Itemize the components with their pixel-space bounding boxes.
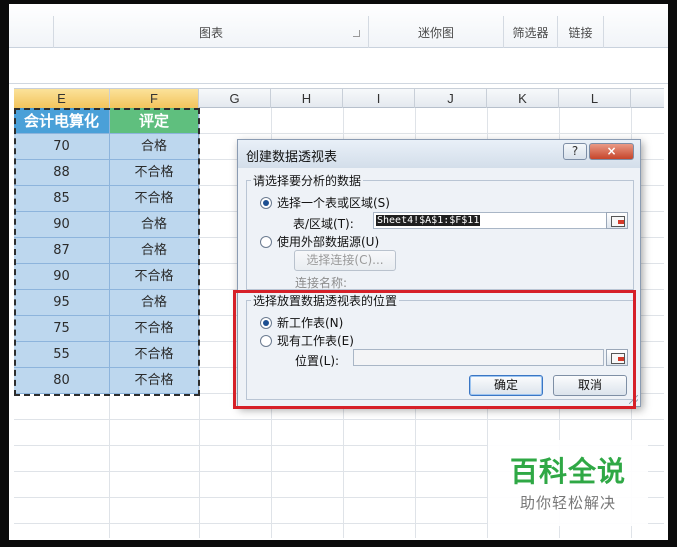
dialog-titlebar[interactable]: 创建数据透视表 ? × [238,140,640,168]
table-cell[interactable]: 合格 [110,290,199,316]
close-button[interactable]: × [589,143,634,160]
watermark-subtitle: 助你轻松解决 [519,494,616,512]
connection-name-label: 连接名称: [295,276,348,290]
ribbon-group-label: 筛选器 [512,26,549,40]
ribbon-group-label: 图表 [198,26,223,40]
help-button[interactable]: ? [563,143,587,160]
column-header-h[interactable]: H [271,89,343,108]
column-header-l[interactable]: L [559,89,631,108]
formula-bar-area [9,48,668,84]
table-cell[interactable]: 不合格 [110,342,199,368]
ribbon: 图表 迷你图 筛选器 链接 [9,4,668,50]
table-cell[interactable]: 不合格 [110,368,199,394]
table-cell[interactable]: 95 [14,290,110,316]
table-cell[interactable]: 不合格 [110,264,199,290]
radio-existing-worksheet[interactable]: 现有工作表(E) [260,332,354,349]
header-cell-grade[interactable]: 评定 [110,108,199,134]
ribbon-group-charts: 图表 [53,16,368,50]
column-header-i[interactable]: I [343,89,415,108]
range-picker-icon[interactable] [606,212,628,229]
table-cell[interactable]: 90 [14,264,110,290]
column-header-m[interactable] [631,89,664,108]
ribbon-group-label: 链接 [568,26,593,40]
table-range-input[interactable]: Sheet4!$A$1:$F$11 [373,212,609,229]
table-cell[interactable]: 90 [14,212,110,238]
table-cell[interactable]: 不合格 [110,186,199,212]
radio-checked-icon[interactable] [260,197,272,209]
column-header-f[interactable]: F [110,89,199,108]
table-cell[interactable]: 87 [14,238,110,264]
cancel-button[interactable]: 取消 [553,375,627,396]
radio-new-worksheet[interactable]: 新工作表(N) [260,314,343,331]
column-header-k[interactable]: K [487,89,559,108]
column-header-j[interactable]: J [415,89,487,108]
location-label: 位置(L): [295,354,340,368]
watermark-title: 百科全说 [509,455,626,488]
column-header-g[interactable]: G [199,89,271,108]
location-group-label: 选择放置数据透视表的位置 [251,292,400,309]
data-source-label: 请选择要分析的数据 [251,172,364,189]
create-pivottable-dialog: 创建数据透视表 ? × 请选择要分析的数据 选择一个表或区域(S) 表/区域(T… [237,139,641,407]
header-cell-accounting[interactable]: 会计电算化 [14,108,110,134]
ribbon-group-sparklines: 迷你图 [368,16,503,50]
ok-button[interactable]: 确定 [469,375,543,396]
watermark-logo: 百科全说 助你轻松解决 [488,440,648,526]
table-cell[interactable]: 合格 [110,134,199,160]
table-cell[interactable]: 不合格 [110,160,199,186]
table-cell[interactable]: 80 [14,368,110,394]
location-input[interactable] [353,349,604,366]
range-picker-icon[interactable] [606,349,628,366]
table-cell[interactable]: 70 [14,134,110,160]
table-cell[interactable]: 88 [14,160,110,186]
radio-unchecked-icon[interactable] [260,236,272,248]
table-range-label: 表/区域(T): [293,217,354,231]
ribbon-group-next [603,16,668,50]
resize-grip-icon[interactable] [629,395,638,404]
choose-connection-button[interactable]: 选择连接(C)... [294,250,396,271]
table-cell[interactable]: 75 [14,316,110,342]
column-header-bar: E F G H I J K L [14,88,664,108]
table-cell[interactable]: 合格 [110,212,199,238]
radio-external-source[interactable]: 使用外部数据源(U) [260,233,379,250]
ribbon-group-previous [9,16,53,50]
dialog-launcher-icon[interactable] [353,30,360,37]
ribbon-group-filters: 筛选器 [503,16,557,50]
table-cell[interactable]: 合格 [110,238,199,264]
table-cell[interactable]: 55 [14,342,110,368]
table-cell[interactable]: 不合格 [110,316,199,342]
ribbon-group-links: 链接 [557,16,603,50]
radio-unchecked-icon[interactable] [260,335,272,347]
dialog-title: 创建数据透视表 [246,150,338,165]
column-header-e[interactable]: E [14,89,110,108]
radio-select-table[interactable]: 选择一个表或区域(S) [260,194,390,211]
ribbon-group-label: 迷你图 [417,26,454,40]
radio-checked-icon[interactable] [260,317,272,329]
table-cell[interactable]: 85 [14,186,110,212]
